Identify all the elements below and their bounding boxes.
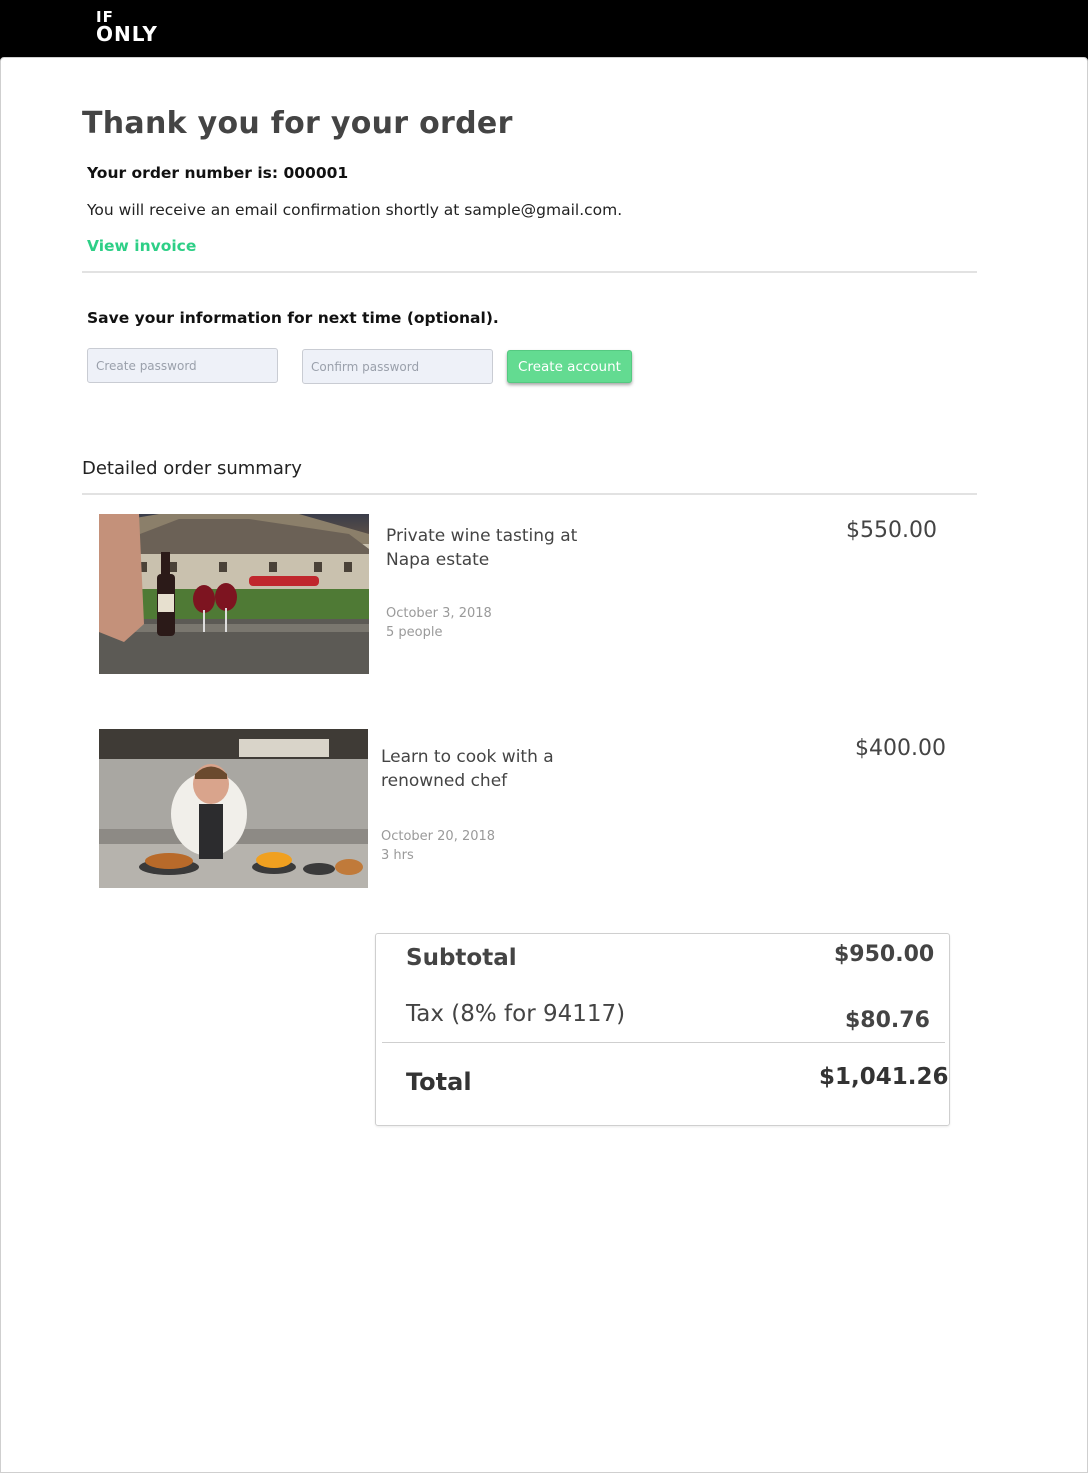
create-password-input[interactable]	[87, 348, 278, 383]
item-meta: October 3, 2018 5 people	[386, 604, 492, 642]
tax-label: Tax (8% for 94117)	[406, 1001, 626, 1027]
tax-value: $80.76	[845, 1008, 930, 1033]
total-value: $1,041.26	[819, 1064, 949, 1090]
totals-divider	[382, 1042, 945, 1043]
item-title: Private wine tasting at Napa estate	[386, 526, 578, 570]
save-info-prompt: Save your information for next time (opt…	[87, 309, 499, 327]
order-number: Your order number is: 000001	[87, 164, 349, 182]
subtotal-value: $950.00	[834, 942, 935, 967]
totals-box: Subtotal $950.00 Tax (8% for 94117) $80.…	[375, 933, 950, 1126]
top-bar: IF ONLY	[0, 0, 1088, 58]
page-title: Thank you for your order	[82, 106, 513, 141]
view-invoice-link[interactable]: View invoice	[87, 237, 196, 255]
wine-tasting-image	[99, 514, 369, 674]
order-summary-heading: Detailed order summary	[82, 458, 302, 479]
order-confirmation-page: Thank you for your order Your order numb…	[0, 57, 1088, 1473]
logo-line-2: ONLY	[96, 22, 158, 46]
item-meta: October 20, 2018 3 hrs	[381, 827, 495, 865]
item-detail: 3 hrs	[381, 848, 414, 863]
item-price: $550.00	[846, 518, 937, 543]
email-confirmation-text: You will receive an email confirmation s…	[87, 201, 623, 219]
create-account-button[interactable]: Create account	[507, 350, 632, 383]
item-title: Learn to cook with a renowned chef	[381, 747, 554, 791]
item-price: $400.00	[855, 736, 946, 761]
subtotal-label: Subtotal	[406, 945, 517, 971]
total-label: Total	[406, 1068, 472, 1096]
item-date: October 20, 2018	[381, 829, 496, 844]
chef-cooking-image	[99, 729, 368, 888]
item-date: October 3, 2018	[386, 606, 492, 621]
divider	[82, 493, 977, 495]
divider	[82, 271, 977, 273]
confirm-password-input[interactable]	[302, 349, 493, 384]
ifonly-logo[interactable]: IF ONLY	[96, 10, 158, 46]
item-detail: 5 people	[386, 625, 443, 640]
